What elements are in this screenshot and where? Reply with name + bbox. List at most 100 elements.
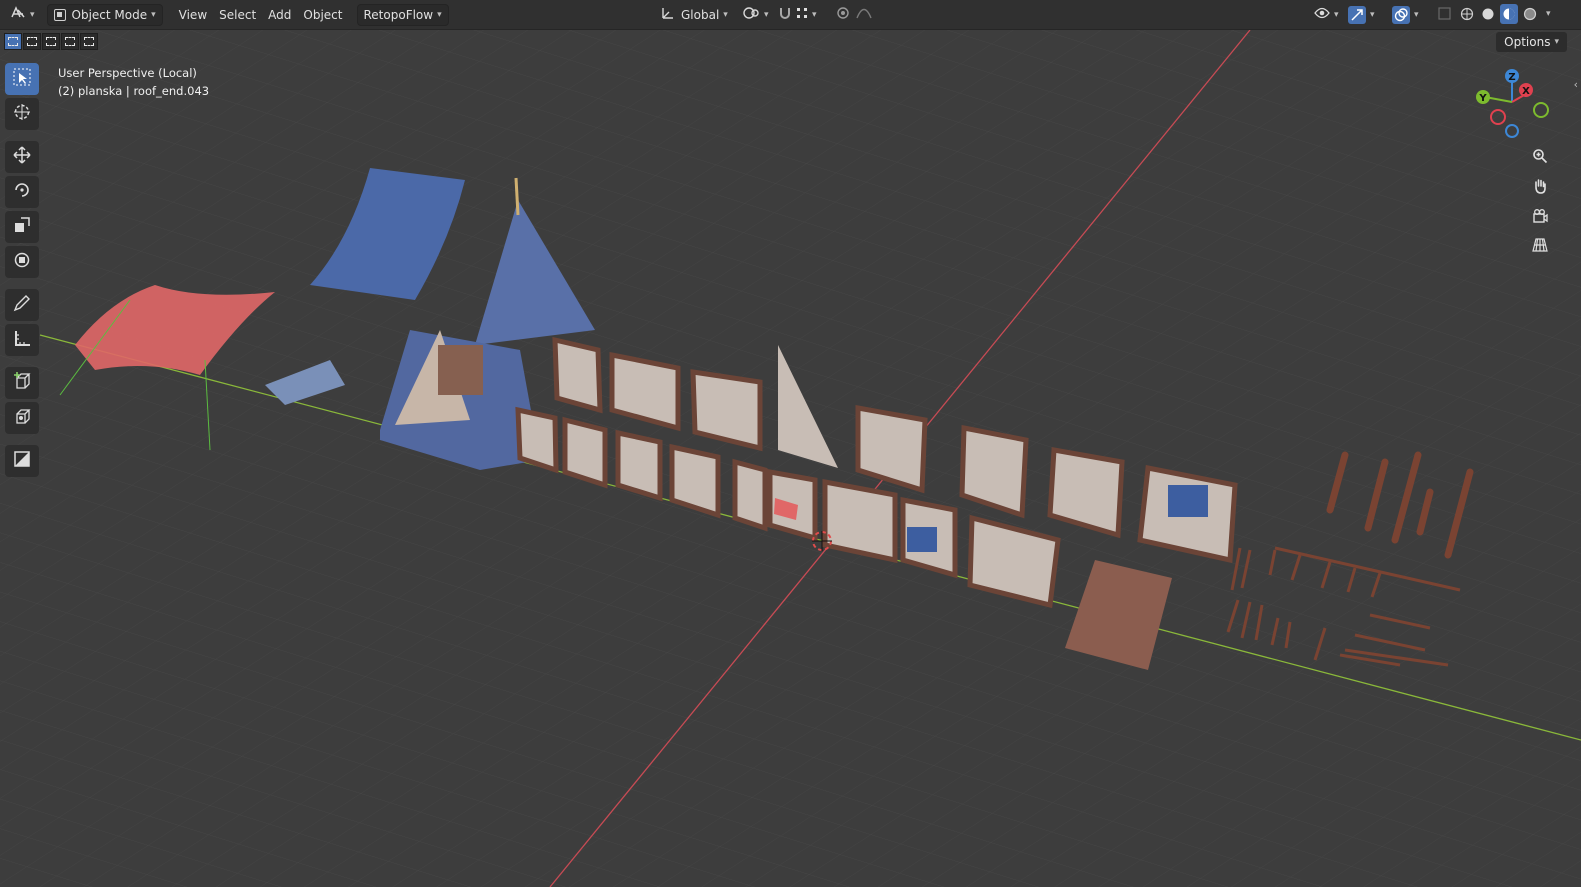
3d-viewport[interactable]: Options ▾ User Perspective (Local) (2) p… [0, 30, 1581, 887]
chevron-down-icon: ▾ [1334, 9, 1339, 20]
navigation-gizmo[interactable]: Z X Y [1471, 64, 1571, 154]
menu-view[interactable]: View [173, 4, 213, 26]
gizmo-x-negative[interactable] [1490, 109, 1506, 125]
move-tool[interactable] [5, 141, 39, 173]
retopoflow-tool[interactable] [5, 402, 39, 434]
house-window-object[interactable] [438, 345, 483, 395]
select-extend-button[interactable] [23, 33, 41, 50]
viewport-header: ▾ Object Mode ▾ View Select Add Object R… [0, 0, 1581, 30]
camera-view-button[interactable] [1527, 205, 1553, 231]
rotate-tool[interactable] [5, 176, 39, 208]
mode-dropdown[interactable]: Object Mode ▾ [46, 3, 163, 26]
measure-tool[interactable] [5, 324, 39, 356]
gizmo-z-label: Z [1508, 72, 1515, 83]
snap-magnet-icon [778, 6, 792, 23]
select-box-tool[interactable] [5, 63, 39, 95]
rendered-shading-icon[interactable] [1521, 4, 1539, 24]
tower-spire [514, 177, 520, 216]
select-intersect-button[interactable] [80, 33, 98, 50]
select-new-icon [8, 37, 18, 46]
panel-icon [13, 450, 31, 473]
object-mode-icon [53, 8, 66, 21]
3d-cursor-icon [13, 103, 31, 126]
ruler-icon [13, 329, 31, 352]
active-object-label: (2) planska | roof_end.043 [58, 84, 210, 98]
add-cube-icon [13, 371, 31, 395]
pencil-icon [13, 294, 31, 317]
xray-icon [1438, 6, 1451, 23]
options-dropdown[interactable]: Options ▾ [1496, 32, 1567, 52]
chevron-down-icon: ▾ [30, 9, 35, 20]
zoom-icon [1532, 148, 1548, 168]
transform-tool[interactable] [5, 246, 39, 278]
chevron-down-icon: ▾ [1370, 9, 1375, 20]
mode-label: Object Mode [71, 7, 148, 22]
snap-toggle[interactable]: ▾ [772, 4, 823, 26]
scale-tool[interactable] [5, 211, 39, 243]
chevron-down-icon: ▾ [1414, 9, 1419, 20]
select-invert-icon [65, 37, 75, 46]
scale-icon [13, 216, 31, 239]
select-intersect-icon [84, 37, 94, 46]
blue-window-object[interactable] [907, 527, 937, 552]
chevron-down-icon: ▾ [764, 9, 769, 20]
retopoflow-menu[interactable]: RetopoFlow ▾ [356, 3, 449, 26]
move-arrows-icon [13, 145, 31, 169]
add-cube-tool[interactable] [5, 367, 39, 399]
sidebar-toggle-icon[interactable]: ‹ [1574, 78, 1578, 91]
overlays-toggle[interactable]: ▾ [1386, 4, 1425, 26]
cursor-select-icon [13, 68, 31, 91]
chevron-down-icon: ▾ [723, 9, 728, 20]
proportional-edit-toggle[interactable] [830, 4, 878, 26]
select-subtract-icon [46, 37, 56, 46]
select-invert-button[interactable] [61, 33, 79, 50]
transform-icon [13, 251, 31, 274]
proportional-edit-icon [836, 6, 850, 23]
grid-perspective-icon [1532, 237, 1548, 257]
orientation-axes-icon [661, 6, 675, 23]
solid-shading-icon[interactable] [1479, 4, 1497, 24]
menu-object[interactable]: Object [297, 4, 348, 26]
cursor-tool[interactable] [5, 98, 39, 130]
selection-mode-group [4, 33, 98, 51]
transform-orientation-dropdown[interactable]: Global ▾ [655, 4, 734, 26]
gizmo-icon [1348, 5, 1366, 24]
xray-toggle[interactable] [1432, 4, 1457, 26]
annotate-tool[interactable] [5, 289, 39, 321]
menu-select[interactable]: Select [213, 4, 262, 26]
select-new-button[interactable] [4, 33, 22, 50]
perspective-label: User Perspective (Local) [58, 66, 197, 80]
chevron-down-icon: ▾ [437, 9, 442, 20]
chevron-down-icon: ▾ [151, 9, 156, 20]
perspective-toggle-button[interactable] [1527, 234, 1553, 260]
pivot-point-icon [742, 6, 760, 23]
select-extend-icon [27, 37, 37, 46]
eye-icon [1314, 7, 1330, 22]
gizmo-toggle[interactable]: ▾ [1342, 4, 1381, 26]
extra-tool[interactable] [5, 445, 39, 477]
wireframe-shading-icon[interactable] [1458, 4, 1476, 24]
pan-button[interactable] [1527, 175, 1553, 201]
retopoflow-icon [13, 407, 31, 430]
viewport-info: User Perspective (Local) (2) planska | r… [58, 64, 209, 100]
retopoflow-label: RetopoFlow [363, 7, 434, 22]
options-label: Options [1504, 35, 1551, 49]
gizmo-z-negative[interactable] [1505, 124, 1519, 138]
visibility-dropdown[interactable]: ▾ [1308, 4, 1345, 26]
overlays-icon [1392, 5, 1410, 24]
pivot-point-dropdown[interactable]: ▾ [736, 4, 775, 26]
chevron-down-icon: ▾ [812, 9, 817, 20]
blue-window-object-2[interactable] [1168, 485, 1208, 517]
chevron-down-icon[interactable]: ▾ [1546, 9, 1551, 19]
gizmo-y-label: Y [1478, 93, 1487, 104]
menu-add[interactable]: Add [262, 4, 297, 26]
scene-canvas [0, 30, 1581, 887]
chevron-down-icon: ▾ [1554, 37, 1559, 47]
zoom-button[interactable] [1527, 145, 1553, 171]
material-shading-icon[interactable] [1500, 4, 1518, 24]
editor-type-button[interactable]: ▾ [4, 4, 41, 26]
snap-grid-icon [796, 7, 808, 22]
select-subtract-button[interactable] [42, 33, 60, 50]
gizmo-y-negative[interactable] [1533, 102, 1549, 118]
falloff-curve-icon [856, 7, 872, 22]
